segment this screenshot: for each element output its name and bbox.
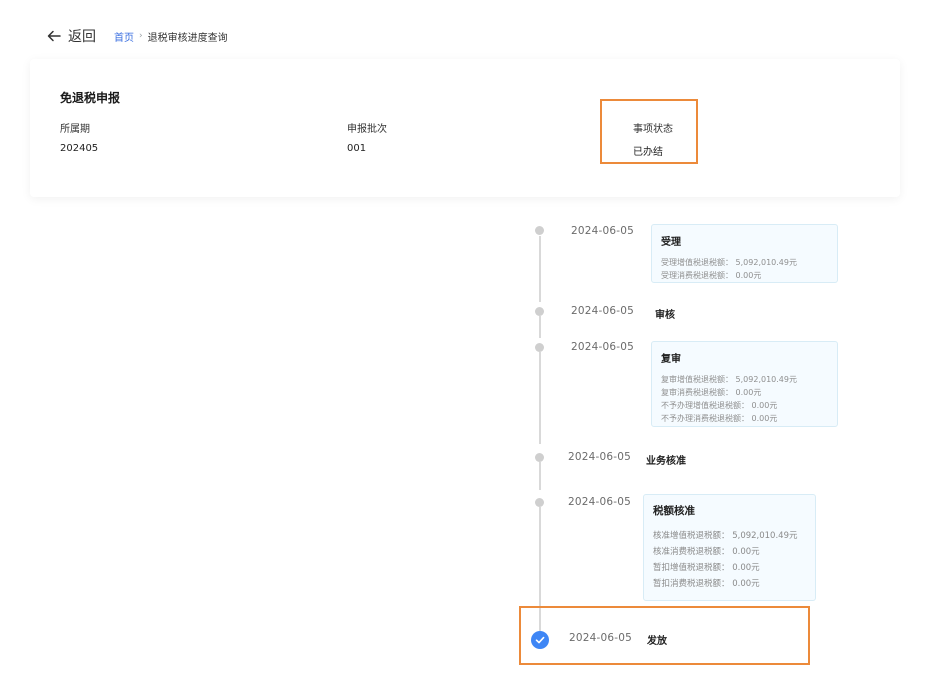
final-step-highlight-box <box>519 606 810 665</box>
step-title: 税额核准 <box>653 505 695 517</box>
detail-line: 复审增值税退税额： 5,092,010.49元 <box>661 375 797 384</box>
breadcrumb: 首页 › 退税审核进度查询 <box>114 29 228 44</box>
arrow-left-icon <box>47 30 61 42</box>
step-title: 审核 <box>655 310 675 321</box>
top-nav: 返回 首页 › 退税审核进度查询 <box>47 26 228 46</box>
breadcrumb-current: 退税审核进度查询 <box>147 32 228 44</box>
timeline-dot <box>535 343 544 352</box>
detail-line: 核准增值税退税额： 5,092,010.49元 <box>653 531 798 541</box>
field-value-batch: 001 <box>347 143 367 154</box>
summary-card: 免退税申报 所属期 202405 申报批次 001 事项状态 已办结 <box>30 59 900 197</box>
timeline-connector <box>539 462 541 490</box>
timeline-dot <box>535 453 544 462</box>
step-title: 受理 <box>661 237 681 248</box>
timeline-dot <box>535 498 544 507</box>
detail-line: 暂扣增值税退税额： 0.00元 <box>653 563 760 573</box>
step-detail-card: 复审 复审增值税退税额： 5,092,010.49元 复审消费税退税额： 0.0… <box>651 341 838 427</box>
step-date: 2024-06-05 <box>568 451 632 463</box>
detail-line: 受理增值税退税额： 5,092,010.49元 <box>661 258 797 267</box>
status-highlight-box <box>600 99 698 164</box>
step-date: 2024-06-05 <box>571 305 635 317</box>
step-date: 2024-06-05 <box>571 341 635 353</box>
step-date: 2024-06-05 <box>568 496 632 508</box>
breadcrumb-home-link[interactable]: 首页 <box>114 29 134 44</box>
field-value-period: 202405 <box>60 143 99 154</box>
step-date: 2024-06-05 <box>571 225 635 237</box>
detail-line: 不予办理消费税退税额： 0.00元 <box>661 414 778 423</box>
detail-line: 暂扣消费税退税额： 0.00元 <box>653 579 760 589</box>
detail-line: 不予办理增值税退税额： 0.00元 <box>661 401 778 410</box>
step-title: 复审 <box>661 354 681 365</box>
breadcrumb-separator: › <box>139 31 143 41</box>
field-label-batch: 申报批次 <box>347 124 387 135</box>
step-title: 业务核准 <box>646 456 686 467</box>
detail-line: 受理消费税退税额： 0.00元 <box>661 271 762 280</box>
timeline-connector <box>539 236 541 302</box>
timeline-connector <box>539 352 541 444</box>
step-detail-card: 受理 受理增值税退税额： 5,092,010.49元 受理消费税退税额： 0.0… <box>651 224 838 283</box>
step-detail-card: 税额核准 核准增值税退税额： 5,092,010.49元 核准消费税退税额： 0… <box>643 494 816 601</box>
back-button[interactable]: 返回 <box>47 26 96 46</box>
timeline-dot <box>535 226 544 235</box>
card-title: 免退税申报 <box>60 91 121 105</box>
timeline-connector <box>539 316 541 338</box>
back-label: 返回 <box>68 29 96 45</box>
detail-line: 复审消费税退税额： 0.00元 <box>661 388 762 397</box>
timeline-dot <box>535 307 544 316</box>
detail-line: 核准消费税退税额： 0.00元 <box>653 547 760 557</box>
field-label-period: 所属期 <box>60 124 90 135</box>
